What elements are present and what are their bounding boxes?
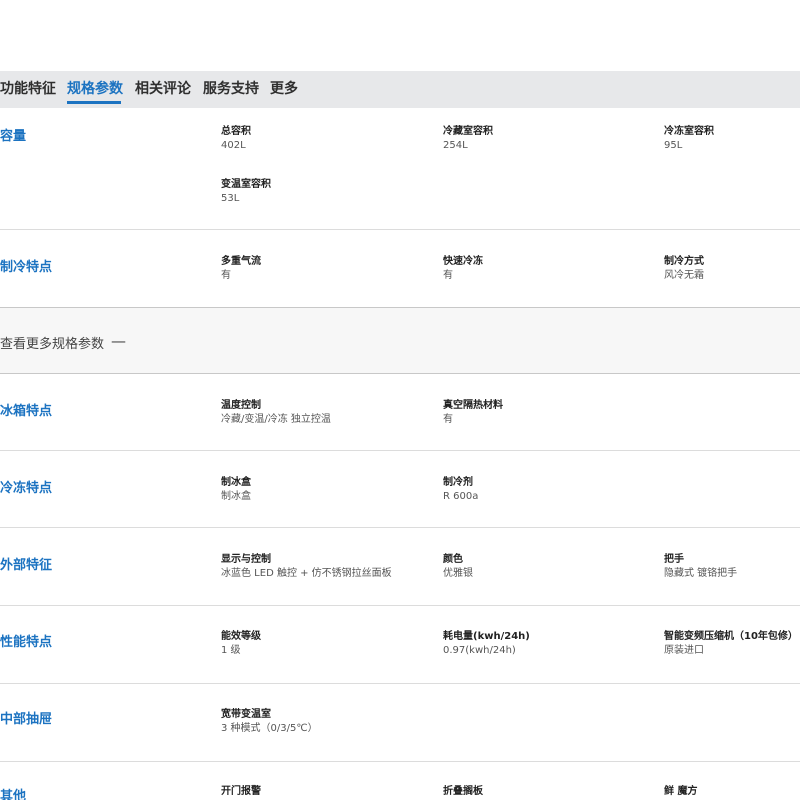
section-exterior-features: 外部特征 显示与控制 冰蓝色 LED 触控 + 仿不锈钢拉丝面板 颜色 优雅银 … (0, 528, 800, 606)
spec-value: 风冷无霜 (664, 270, 704, 281)
spec-name: 耗电量(kwh/24h) (443, 631, 530, 642)
spec-value: 3 种模式（0/3/5℃） (221, 723, 318, 734)
spec-item: 把手 隐藏式 镀铬把手 (664, 553, 737, 581)
section-fridge-features: 冰箱特点 温度控制 冷藏/变温/冷冻 独立控温 真空隔热材料 有 (0, 374, 800, 451)
spec-name: 智能变频压缩机（10年包修） (664, 631, 798, 642)
active-tab-indicator (67, 101, 121, 104)
spec-item: 制冰盒 制冰盒 (221, 476, 251, 504)
spec-name: 显示与控制 (221, 554, 271, 565)
spec-name: 能效等级 (221, 631, 261, 642)
spec-name: 温度控制 (221, 400, 261, 411)
spec-item: 制冷剂 R 600a (443, 476, 478, 504)
spec-item: 能效等级 1 级 (221, 630, 261, 658)
spec-item: 开门报警 (221, 785, 261, 799)
spec-name: 制冰盒 (221, 477, 251, 488)
spec-value: 有 (443, 414, 453, 425)
spec-value: 冰蓝色 LED 触控 + 仿不锈钢拉丝面板 (221, 568, 392, 579)
spec-name: 开门报警 (221, 786, 261, 797)
spec-value: 冷藏/变温/冷冻 独立控温 (221, 414, 331, 425)
spec-name: 把手 (664, 554, 684, 565)
spec-value: 有 (221, 270, 231, 281)
spec-value: 有 (443, 270, 453, 281)
spec-value: 隐藏式 镀铬把手 (664, 568, 738, 579)
spec-item: 显示与控制 冰蓝色 LED 触控 + 仿不锈钢拉丝面板 (221, 553, 392, 581)
spec-item: 制冷方式 风冷无霜 (664, 255, 704, 283)
spec-item: 真空隔热材料 有 (443, 399, 503, 427)
spec-item: 多重气流 有 (221, 255, 261, 283)
spec-value: 402L (221, 140, 246, 151)
spec-name: 冷冻室容积 (664, 126, 714, 137)
section-performance-features: 性能特点 能效等级 1 级 耗电量(kwh/24h) 0.97(kwh/24h)… (0, 606, 800, 684)
spec-item: 快速冷冻 有 (443, 255, 483, 283)
spec-item: 变温室容积 53L (221, 178, 271, 206)
section-title: 冰箱特点 (0, 404, 53, 419)
spec-value: 优雅银 (443, 568, 473, 579)
section-title: 外部特征 (0, 558, 53, 573)
spec-value: 原装进口 (664, 645, 704, 656)
spec-value: R 600a (443, 491, 479, 502)
section-title: 容量 (0, 129, 27, 144)
spec-item: 折叠搁板 (443, 785, 483, 799)
spec-value: 254L (443, 140, 468, 151)
section-title: 性能特点 (0, 635, 53, 650)
spec-name: 多重气流 (221, 256, 261, 267)
tab-bar: 功能特征 规格参数 相关评论 服务支持 更多 (0, 71, 800, 108)
spec-value: 0.97(kwh/24h) (443, 645, 516, 656)
spec-item: 总容积 402L (221, 125, 251, 153)
spec-name: 宽带变温室 (221, 709, 271, 720)
spec-item: 宽带变温室 3 种模式（0/3/5℃） (221, 708, 318, 736)
spec-item: 颜色 优雅银 (443, 553, 473, 581)
spec-item: 鲜 魔方 (664, 785, 697, 799)
section-title: 冷冻特点 (0, 481, 53, 496)
tab-more[interactable]: 更多 (270, 80, 298, 98)
minus-icon: — (111, 332, 126, 350)
section-title: 中部抽屉 (0, 712, 53, 727)
spec-value: 95L (664, 140, 683, 151)
section-freezing-features: 冷冻特点 制冰盒 制冰盒 制冷剂 R 600a (0, 451, 800, 528)
spec-value: 53L (221, 193, 240, 204)
section-cooling-features: 制冷特点 多重气流 有 快速冷冻 有 制冷方式 风冷无霜 (0, 230, 800, 307)
spec-name: 总容积 (221, 126, 251, 137)
spec-item: 温度控制 冷藏/变温/冷冻 独立控温 (221, 399, 331, 427)
spec-name: 折叠搁板 (443, 786, 483, 797)
spec-value: 1 级 (221, 645, 241, 656)
tab-service-support[interactable]: 服务支持 (203, 80, 259, 98)
tab-specifications[interactable]: 规格参数 (67, 80, 123, 98)
section-other: 其他 开门报警 折叠搁板 鲜 魔方 (0, 762, 800, 800)
tab-reviews[interactable]: 相关评论 (135, 80, 191, 98)
spec-name: 真空隔热材料 (443, 400, 503, 411)
view-more-specs-label: 查看更多规格参数 (0, 337, 105, 352)
spec-item: 冷冻室容积 95L (664, 125, 714, 153)
section-title: 制冷特点 (0, 260, 53, 275)
tab-features[interactable]: 功能特征 (0, 80, 56, 98)
spec-name: 制冷方式 (664, 256, 704, 267)
section-capacity: 容量 总容积 402L 冷藏室容积 254L 冷冻室容积 95L 变温室容积 5… (0, 108, 800, 230)
spec-name: 冷藏室容积 (443, 126, 493, 137)
spec-name: 制冷剂 (443, 477, 473, 488)
spec-item: 智能变频压缩机（10年包修） 原装进口 (664, 630, 798, 658)
section-title: 其他 (0, 789, 27, 800)
spec-page: 功能特征 规格参数 相关评论 服务支持 更多 容量 总容积 402L 冷藏室容积… (0, 0, 800, 800)
spec-name: 鲜 魔方 (664, 786, 698, 797)
spec-item: 耗电量(kwh/24h) 0.97(kwh/24h) (443, 630, 530, 658)
spec-item: 冷藏室容积 254L (443, 125, 493, 153)
spec-name: 颜色 (443, 554, 463, 565)
view-more-specs-toggle[interactable]: 查看更多规格参数 — (0, 307, 800, 374)
spec-name: 快速冷冻 (443, 256, 483, 267)
section-middle-drawer: 中部抽屉 宽带变温室 3 种模式（0/3/5℃） (0, 684, 800, 762)
spec-value: 制冰盒 (221, 491, 251, 502)
spec-name: 变温室容积 (221, 179, 271, 190)
